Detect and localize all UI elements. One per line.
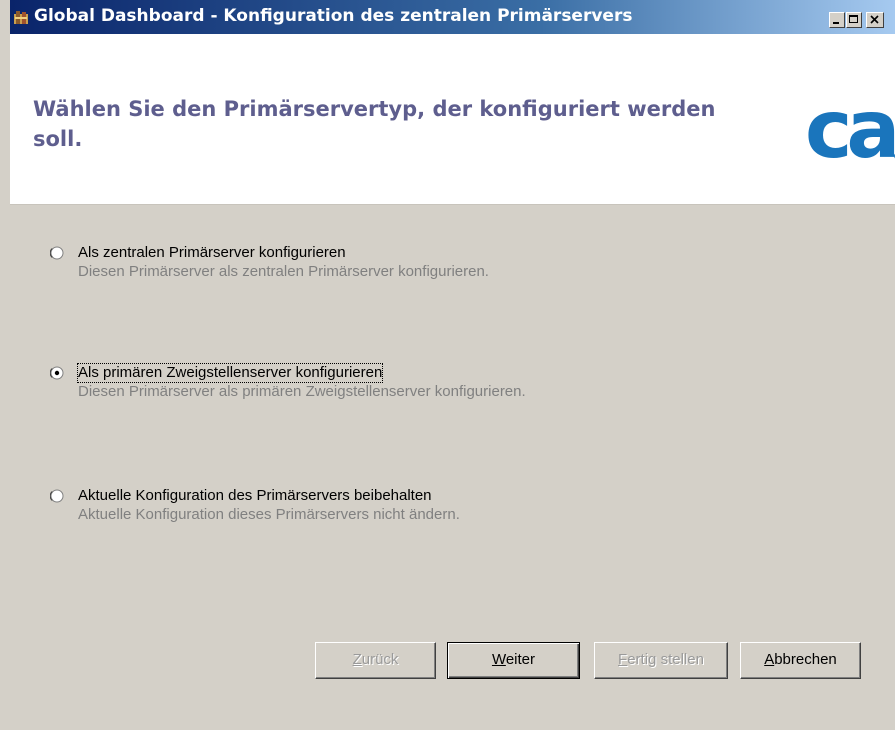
option-keep-current[interactable]: Aktuelle Konfiguration des Primärservers…	[50, 487, 810, 537]
option-branch-primary[interactable]: Als primären Zweigstellenserver konfigur…	[50, 363, 810, 414]
option-label[interactable]: Als primären Zweigstellenserver konfigur…	[76, 363, 384, 383]
back-mnemonic: Z	[352, 651, 362, 668]
page-title: Wählen Sie den Primärservertyp, der konf…	[33, 97, 716, 151]
radio-button-unchecked[interactable]	[50, 246, 64, 260]
back-label: urück	[361, 651, 399, 668]
window-title: Global Dashboard - Konfiguration des zen…	[34, 6, 633, 26]
back-button[interactable]: Zurück	[315, 642, 436, 679]
finish-button[interactable]: Fertig stellen	[594, 642, 728, 679]
option-description: Aktuelle Konfiguration dieses Primärserv…	[78, 506, 460, 523]
option-label[interactable]: Als zentralen Primärserver konfigurieren	[78, 244, 346, 262]
wizard-window: Global Dashboard - Konfiguration des zen…	[0, 0, 895, 730]
cancel-button[interactable]: Abbrechen	[740, 642, 861, 679]
svg-text:ca: ca	[805, 91, 894, 166]
next-label: eiter	[505, 651, 536, 668]
radio-button-checked[interactable]	[50, 366, 64, 380]
ca-logo: ca	[805, 91, 895, 166]
close-button[interactable]	[866, 12, 884, 28]
finish-mnemonic: F	[618, 651, 628, 668]
next-mnemonic: W	[491, 651, 506, 668]
maximize-icon	[849, 15, 858, 23]
window-edge	[0, 0, 10, 730]
cancel-label: bbrechen	[774, 651, 837, 668]
option-description: Diesen Primärserver als zentralen Primär…	[78, 263, 489, 280]
option-label[interactable]: Aktuelle Konfiguration des Primärservers…	[78, 487, 432, 505]
minimize-button[interactable]	[829, 12, 845, 28]
finish-label: ertig stellen	[627, 651, 704, 668]
close-icon	[870, 15, 879, 24]
app-icon	[14, 11, 28, 24]
option-central-primary[interactable]: Als zentralen Primärserver konfigurieren…	[50, 244, 810, 294]
option-description: Diesen Primärserver als primären Zweigst…	[78, 383, 526, 400]
wizard-header: Wählen Sie den Primärservertyp, der konf…	[10, 34, 895, 205]
next-button[interactable]: Weiter	[447, 642, 580, 679]
maximize-button[interactable]	[846, 12, 862, 28]
radio-button-unchecked[interactable]	[50, 489, 64, 503]
title-bar[interactable]: Global Dashboard - Konfiguration des zen…	[10, 0, 895, 34]
cancel-mnemonic: A	[764, 651, 775, 668]
minimize-icon	[833, 22, 839, 24]
